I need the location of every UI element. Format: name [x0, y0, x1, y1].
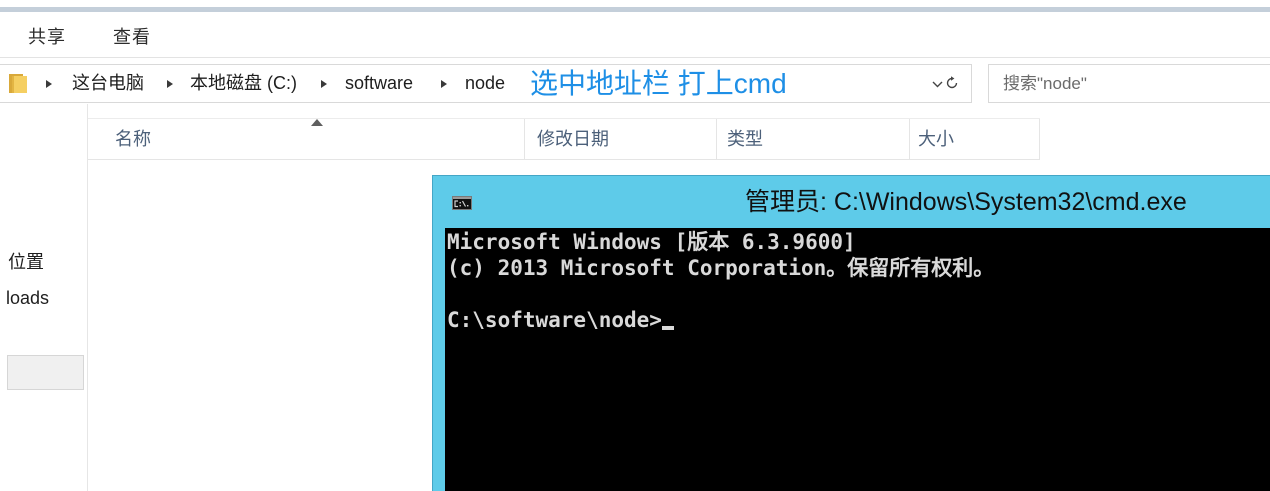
column-label: 名称 — [115, 129, 151, 149]
tutorial-annotation: 选中地址栏 打上cmd — [530, 68, 787, 99]
console-prompt-line: C:\software\node> — [447, 307, 1270, 333]
address-bar[interactable]: 这台电脑 本地磁盘 (C:) software node 选中地址栏 打上cmd — [0, 64, 972, 103]
column-header-date-modified[interactable]: 修改日期 — [525, 119, 717, 159]
breadcrumb-this-pc[interactable]: 这台电脑 — [72, 65, 144, 102]
cmd-window-title: 管理员: C:\Windows\System32\cmd.exe — [745, 188, 1187, 216]
chevron-down-icon[interactable] — [932, 81, 943, 88]
breadcrumb-arrow-icon[interactable] — [167, 80, 173, 88]
ribbon-tab-view[interactable]: 查看 — [113, 24, 151, 50]
breadcrumb-local-disk[interactable]: 本地磁盘 (C:) — [190, 65, 297, 102]
search-box[interactable] — [988, 64, 1270, 103]
nav-item-downloads[interactable]: loads — [6, 285, 49, 311]
breadcrumb-arrow-icon[interactable] — [441, 80, 447, 88]
column-label: 大小 — [918, 129, 954, 149]
column-label: 类型 — [727, 129, 763, 149]
text-cursor — [661, 326, 674, 330]
folder-icon — [9, 74, 27, 93]
cmd-icon[interactable] — [452, 196, 472, 210]
column-label: 修改日期 — [537, 129, 609, 149]
nav-item-location[interactable]: 位置 — [8, 249, 44, 275]
ribbon-divider — [0, 57, 1270, 58]
breadcrumb-software[interactable]: software — [345, 65, 413, 102]
console-line: (c) 2013 Microsoft Corporation。保留所有权利。 — [447, 256, 995, 280]
breadcrumb-arrow-icon[interactable] — [321, 80, 327, 88]
column-header-type[interactable]: 类型 — [717, 119, 910, 159]
column-header-size[interactable]: 大小 — [910, 119, 1040, 159]
console-prompt: C:\software\node> — [447, 308, 662, 332]
file-list-header: 名称 修改日期 类型 大小 — [88, 118, 1040, 160]
window-top-border — [0, 7, 1270, 12]
nav-item-highlighted[interactable] — [7, 355, 84, 390]
breadcrumb-arrow-icon[interactable] — [46, 80, 52, 88]
cmd-window: 管理员: C:\Windows\System32\cmd.exe Microso… — [432, 175, 1270, 491]
breadcrumb-node[interactable]: node — [465, 65, 505, 102]
ribbon-tab-share[interactable]: 共享 — [28, 24, 66, 50]
search-input[interactable] — [989, 65, 1270, 102]
console-output[interactable]: Microsoft Windows [版本 6.3.9600] (c) 2013… — [445, 228, 1270, 491]
console-line: Microsoft Windows [版本 6.3.9600] — [447, 230, 856, 254]
nav-pane-divider — [87, 104, 88, 491]
refresh-icon[interactable] — [945, 76, 959, 90]
column-header-name[interactable]: 名称 — [88, 119, 525, 159]
sort-ascending-icon — [311, 119, 323, 126]
cmd-title-bar[interactable]: 管理员: C:\Windows\System32\cmd.exe — [433, 176, 1270, 228]
